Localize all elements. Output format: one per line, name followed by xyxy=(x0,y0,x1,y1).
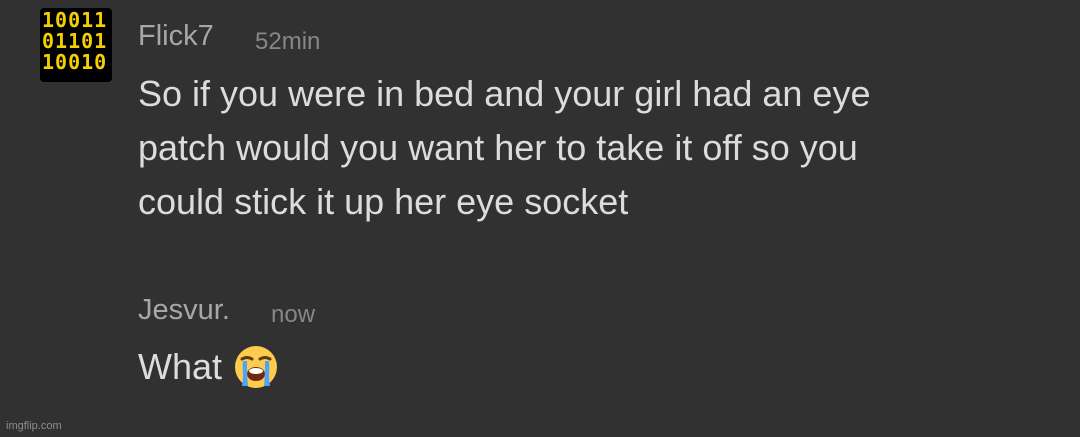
binary-avatar-icon: 10011 01101 10010 xyxy=(42,8,108,74)
message-word: What xyxy=(138,346,223,387)
message-text: What xyxy=(138,340,280,394)
message-line: So if you were in bed and your girl had … xyxy=(138,73,871,114)
avatar[interactable]: 10011 01101 10010 xyxy=(40,8,112,82)
username[interactable]: Jesvur. xyxy=(138,294,230,327)
timestamp: 52min xyxy=(255,28,321,55)
watermark: imgflip.com xyxy=(6,420,62,432)
timestamp: now xyxy=(271,301,316,328)
username[interactable]: Flick7 xyxy=(138,20,214,53)
message-text: So if you were in bed and your girl had … xyxy=(138,67,1038,229)
loudly-crying-face-icon xyxy=(232,343,280,391)
message-line: could stick it up her eye socket xyxy=(138,181,629,222)
message-line: patch would you want her to take it off … xyxy=(138,127,858,168)
